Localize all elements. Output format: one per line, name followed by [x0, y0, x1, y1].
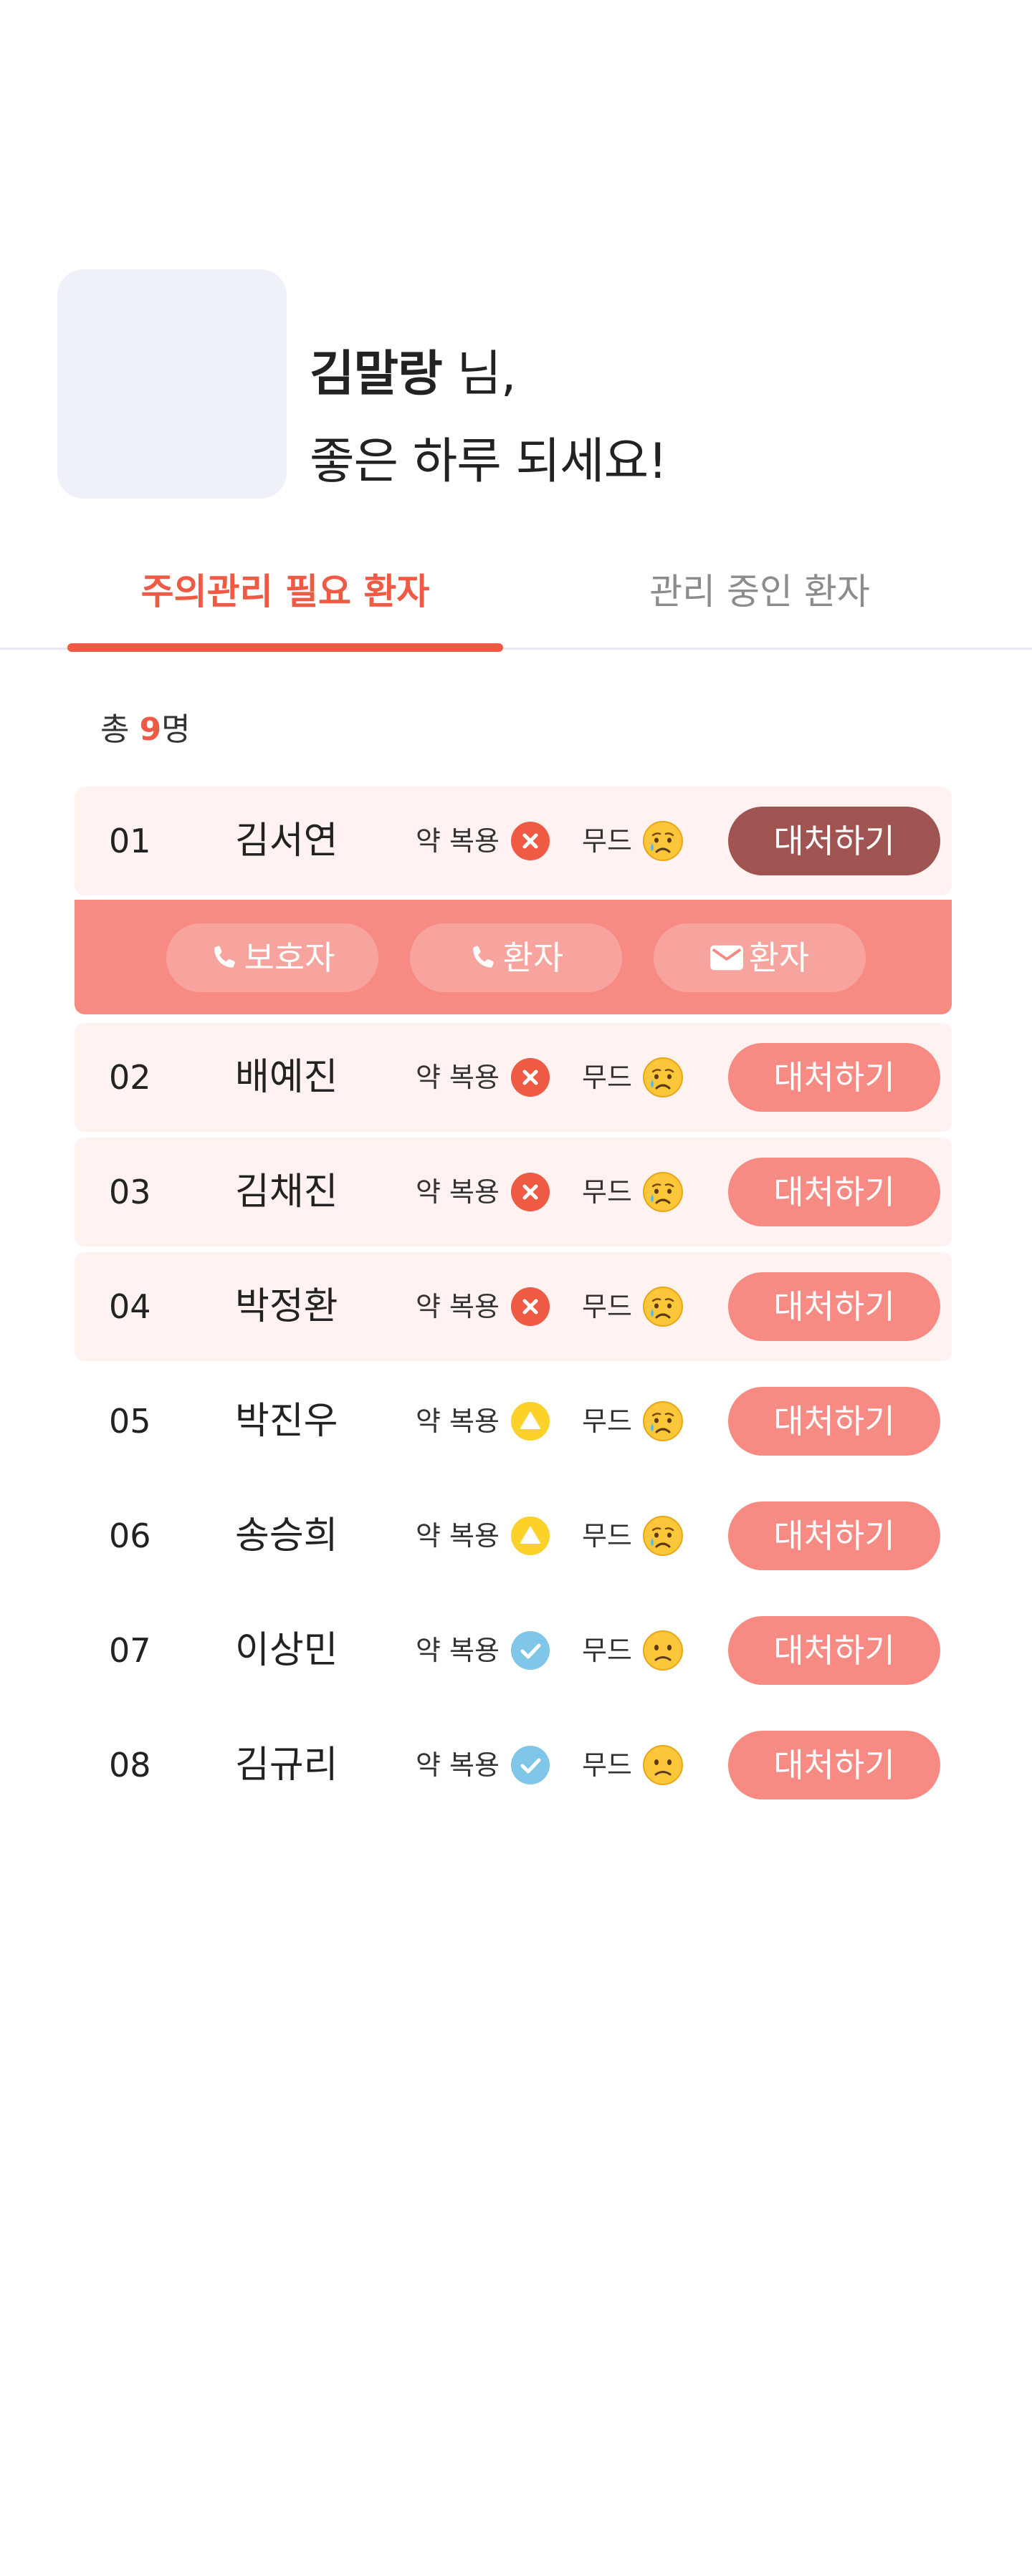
handle-button[interactable]: 대처하기 [728, 807, 940, 875]
patient-index: 01 [109, 822, 151, 860]
mood-crying-icon [642, 1057, 684, 1098]
greeting-suffix: 님, [457, 346, 516, 403]
patient-row[interactable]: 04 박정환 약 복용 무드 대처하기 [75, 1252, 952, 1361]
mood-crying-icon [642, 820, 684, 862]
message-patient-label: 환자 [748, 938, 810, 977]
handle-button[interactable]: 대처하기 [728, 1158, 940, 1226]
medication-label: 약 복용 [416, 1749, 500, 1781]
mood-label: 무드 [582, 1176, 632, 1208]
medication-label: 약 복용 [416, 1405, 500, 1437]
call-patient-label: 환자 [502, 938, 564, 977]
patient-row[interactable]: 06 송승희 약 복용 무드 대처하기 [75, 1481, 952, 1590]
mood-label: 무드 [582, 1749, 632, 1781]
handle-button[interactable]: 대처하기 [728, 1616, 940, 1685]
medication-warning-icon [510, 1516, 550, 1556]
patient-index: 02 [109, 1058, 151, 1097]
medication-label: 약 복용 [416, 1635, 500, 1666]
call-guardian-button[interactable]: 보호자 [166, 923, 378, 992]
contact-actions-bar: 보호자 환자 환자 [75, 900, 952, 1014]
medication-label: 약 복용 [416, 1291, 500, 1322]
message-patient-button[interactable]: 환자 [654, 923, 866, 992]
patient-index: 08 [109, 1746, 151, 1784]
mood-crying-icon [642, 1515, 684, 1557]
active-tab-indicator [67, 643, 503, 652]
medication-missed-icon [510, 821, 550, 861]
mood-crying-icon [642, 1286, 684, 1327]
medication-label: 약 복용 [416, 825, 500, 857]
patient-count-prefix: 총 [100, 711, 140, 748]
patient-row[interactable]: 02 배예진 약 복용 무드 대처하기 [75, 1023, 952, 1132]
medication-taken-icon [510, 1630, 550, 1671]
medication-label: 약 복용 [416, 1176, 500, 1208]
patient-name: 김서연 [235, 820, 338, 862]
handle-button[interactable]: 대처하기 [728, 1387, 940, 1456]
mood-label: 무드 [582, 825, 632, 857]
patient-name: 배예진 [235, 1056, 338, 1099]
patient-row[interactable]: 08 김규리 약 복용 무드 대처하기 [75, 1711, 952, 1820]
tab-under-management[interactable]: 관리 중인 환자 [545, 563, 975, 615]
mood-slightly-frowning-icon [642, 1744, 684, 1786]
patient-index: 03 [109, 1173, 151, 1211]
patient-count: 총 9명 [100, 703, 191, 749]
handle-button[interactable]: 대처하기 [728, 1501, 940, 1570]
handle-button[interactable]: 대처하기 [728, 1043, 940, 1112]
medication-label: 약 복용 [416, 1062, 500, 1093]
patient-row[interactable]: 05 박진우 약 복용 무드 대처하기 [75, 1367, 952, 1476]
mood-label: 무드 [582, 1062, 632, 1093]
medication-missed-icon [510, 1172, 550, 1212]
phone-icon [214, 945, 235, 968]
medication-taken-icon [510, 1745, 550, 1785]
patient-count-unit: 명 [161, 711, 191, 748]
patient-index: 04 [109, 1287, 151, 1326]
patient-name: 김규리 [235, 1744, 338, 1787]
patient-name: 박진우 [235, 1400, 338, 1443]
user-name: 김말랑 [310, 346, 443, 403]
patient-name: 김채진 [235, 1171, 338, 1213]
greeting-line-2: 좋은 하루 되세요! [310, 433, 667, 490]
patient-row[interactable]: 03 김채진 약 복용 무드 대처하기 [75, 1138, 952, 1246]
patient-index: 06 [109, 1517, 151, 1555]
medication-warning-icon [510, 1401, 550, 1441]
patient-index: 07 [109, 1631, 151, 1670]
patient-index: 05 [109, 1402, 151, 1441]
call-guardian-label: 보호자 [244, 938, 335, 977]
patient-name: 박정환 [235, 1285, 338, 1328]
patient-name: 이상민 [235, 1629, 338, 1672]
medication-missed-icon [510, 1287, 550, 1327]
mood-slightly-frowning-icon [642, 1630, 684, 1671]
mood-label: 무드 [582, 1520, 632, 1552]
phone-icon [472, 945, 494, 968]
mood-crying-icon [642, 1171, 684, 1213]
handle-button[interactable]: 대처하기 [728, 1272, 940, 1341]
mood-crying-icon [642, 1400, 684, 1442]
tab-attention-needed[interactable]: 주의관리 필요 환자 [67, 563, 503, 615]
avatar [57, 269, 287, 499]
medication-missed-icon [510, 1057, 550, 1097]
mood-label: 무드 [582, 1291, 632, 1322]
patient-count-number: 9 [139, 711, 162, 748]
call-patient-button[interactable]: 환자 [410, 923, 622, 992]
medication-label: 약 복용 [416, 1520, 500, 1552]
greeting-line-1: 김말랑 님, [310, 334, 517, 405]
mail-icon [710, 945, 743, 970]
handle-button[interactable]: 대처하기 [728, 1731, 940, 1799]
mood-label: 무드 [582, 1635, 632, 1666]
mood-label: 무드 [582, 1405, 632, 1437]
patient-name: 송승희 [235, 1514, 338, 1557]
patient-row[interactable]: 07 이상민 약 복용 무드 대처하기 [75, 1596, 952, 1705]
patient-row[interactable]: 01 김서연 약 복용 무드 대처하기 [75, 787, 952, 895]
